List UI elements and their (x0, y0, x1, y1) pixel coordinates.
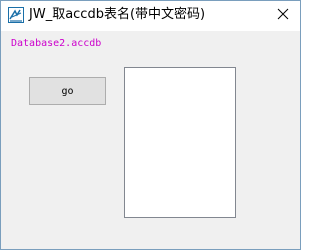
title-bar[interactable]: JW_取accdb表名(带中文密码) (1, 1, 300, 31)
close-icon (277, 7, 289, 25)
table-name-listbox[interactable] (124, 67, 236, 218)
file-name-label: Database2.accdb (11, 38, 102, 49)
window-title: JW_取accdb表名(带中文密码) (29, 7, 206, 22)
app-window: JW_取accdb表名(带中文密码) Database2.accdb go (0, 0, 301, 250)
app-icon (8, 7, 24, 23)
close-button[interactable] (266, 1, 300, 31)
go-button[interactable]: go (29, 77, 106, 105)
